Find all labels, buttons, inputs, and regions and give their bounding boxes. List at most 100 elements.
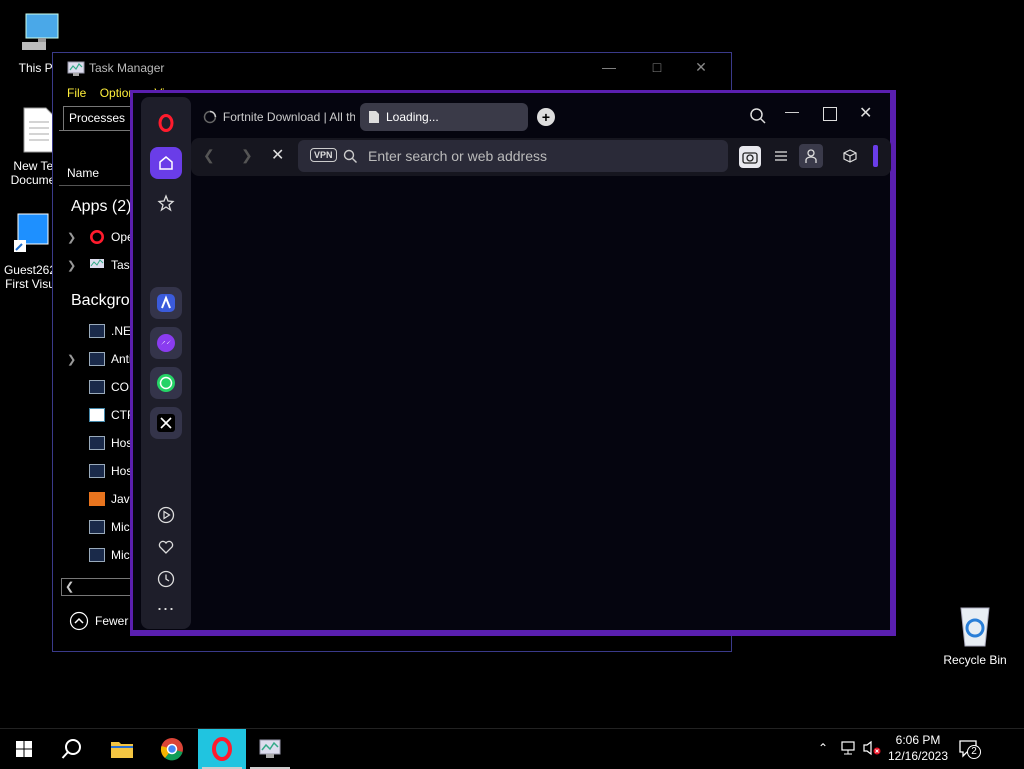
- heart-icon: [158, 540, 174, 554]
- taskbar-file-explorer[interactable]: [98, 729, 146, 769]
- address-input[interactable]: [368, 145, 718, 167]
- taskbar-chrome[interactable]: [148, 729, 196, 769]
- volume-button[interactable]: [862, 740, 882, 761]
- search-icon: [61, 739, 81, 759]
- opera-icon: [90, 230, 104, 244]
- recycle-bin-icon: [960, 607, 990, 647]
- maximize-button[interactable]: □: [647, 59, 667, 75]
- back-button[interactable]: ❮: [203, 147, 215, 164]
- chevron-up-icon: ⌃: [818, 741, 829, 755]
- opera-icon: [212, 737, 232, 761]
- vpn-badge[interactable]: VPN: [310, 148, 337, 162]
- task-manager-titlebar[interactable]: Task Manager — □ ✕: [53, 53, 731, 83]
- chevron-right-icon[interactable]: ❯: [67, 259, 89, 272]
- process-row[interactable]: .NET: [67, 320, 138, 342]
- messenger-icon: [157, 334, 175, 352]
- sidebar-item-messenger[interactable]: [150, 327, 182, 359]
- sidebar-item-x[interactable]: [150, 407, 182, 439]
- clock[interactable]: 6:06 PM 12/16/2023: [886, 732, 950, 764]
- aria-icon: [157, 294, 175, 312]
- show-hidden-icons-button[interactable]: ⌃: [818, 741, 828, 755]
- forward-button[interactable]: ❯: [241, 147, 253, 164]
- favorites-button[interactable]: [150, 531, 182, 563]
- process-row[interactable]: COM: [67, 376, 139, 398]
- notification-count-badge: 2: [967, 745, 981, 759]
- java-icon: [89, 492, 105, 506]
- shortcut-app-icon: [14, 213, 49, 252]
- sidebar-item-aria[interactable]: [150, 287, 182, 319]
- start-button[interactable]: [0, 729, 48, 769]
- address-bar[interactable]: VPN: [298, 140, 728, 172]
- plus-icon: +: [541, 109, 551, 125]
- desktop-icon-recycle-bin[interactable]: Recycle Bin: [937, 600, 1013, 667]
- maximize-button[interactable]: [823, 107, 837, 121]
- sidebar-item-whatsapp[interactable]: [150, 367, 182, 399]
- pinboard-button[interactable]: [150, 187, 182, 219]
- process-row[interactable]: CTF: [67, 404, 134, 426]
- task-manager-icon: [259, 739, 281, 758]
- cube-icon: [843, 149, 857, 163]
- new-tab-button[interactable]: +: [537, 108, 555, 126]
- x-twitter-icon: [157, 414, 175, 432]
- scroll-left-icon[interactable]: ❮: [65, 580, 74, 593]
- process-row[interactable]: Host: [67, 460, 136, 482]
- more-button[interactable]: ⋯: [150, 593, 182, 625]
- sidebar: ⋯: [141, 97, 191, 629]
- close-button[interactable]: ✕: [859, 103, 872, 123]
- window-title: Task Manager: [89, 61, 165, 75]
- tab-title: Loading...: [386, 110, 439, 124]
- group-header-apps: Apps (2): [71, 198, 132, 215]
- menu-file[interactable]: File: [67, 86, 86, 100]
- chevron-up-circle-icon: [69, 611, 89, 631]
- player-button[interactable]: [150, 499, 182, 531]
- taskbar-task-manager[interactable]: [246, 729, 294, 769]
- task-manager-icon: [67, 61, 85, 76]
- tab-fortnite[interactable]: Fortnite Download | All th: [195, 103, 355, 131]
- ctf-loader-icon: [89, 408, 105, 422]
- close-button[interactable]: ✕: [691, 59, 711, 76]
- stop-loading-button[interactable]: ✕: [271, 145, 284, 165]
- opera-browser-window[interactable]: ⋯ Fortnite Download | All th Loading... …: [130, 90, 896, 636]
- opera-menu-button[interactable]: [150, 107, 182, 139]
- taskbar-opera[interactable]: [198, 729, 246, 769]
- profile-button[interactable]: [799, 144, 823, 168]
- snapshot-button[interactable]: [739, 146, 761, 168]
- folder-icon: [111, 742, 133, 758]
- chevron-right-icon[interactable]: ❯: [67, 231, 89, 244]
- history-button[interactable]: [150, 563, 182, 595]
- minimize-button[interactable]: —: [785, 103, 799, 119]
- search-button[interactable]: [48, 729, 96, 769]
- chevron-right-icon[interactable]: ❯: [67, 353, 89, 366]
- search-icon: [750, 108, 766, 124]
- home-button[interactable]: [150, 147, 182, 179]
- window-app-icon: [89, 324, 105, 338]
- close-icon: ✕: [271, 147, 285, 164]
- column-header-name[interactable]: Name: [67, 166, 99, 180]
- home-icon: [159, 156, 173, 170]
- minimize-button[interactable]: —: [599, 59, 619, 75]
- more-dots-icon: ⋯: [156, 598, 176, 619]
- network-icon: [841, 741, 855, 755]
- chevron-right-icon: ❯: [241, 147, 253, 163]
- search-icon: [343, 149, 357, 163]
- tab-loading[interactable]: Loading...: [360, 103, 528, 131]
- window-app-icon: [89, 380, 105, 394]
- page-icon: [369, 111, 379, 123]
- loading-spinner-icon: [203, 110, 217, 124]
- desktop-icon-label: Recycle Bin: [943, 653, 1007, 667]
- whatsapp-icon: [157, 374, 175, 392]
- process-row[interactable]: Host: [67, 432, 136, 454]
- easy-setup-button[interactable]: [773, 149, 789, 168]
- action-center-button[interactable]: 2: [958, 739, 981, 764]
- clock-icon: [157, 570, 175, 588]
- tab-search-button[interactable]: [749, 107, 767, 130]
- tab-title: Fortnite Download | All th: [222, 110, 355, 124]
- clock-date: 12/16/2023: [887, 749, 949, 763]
- process-row[interactable]: Java: [67, 488, 136, 510]
- network-button[interactable]: [840, 740, 858, 761]
- taskbar: ⌃ 6:06 PM 12/16/2023 2: [0, 728, 1024, 769]
- browser-content[interactable]: ⋯ Fortnite Download | All th Loading... …: [133, 93, 891, 630]
- tab-processes[interactable]: Processes: [63, 106, 133, 130]
- sidebar-toggle[interactable]: [873, 145, 878, 167]
- extensions-button[interactable]: [843, 149, 857, 168]
